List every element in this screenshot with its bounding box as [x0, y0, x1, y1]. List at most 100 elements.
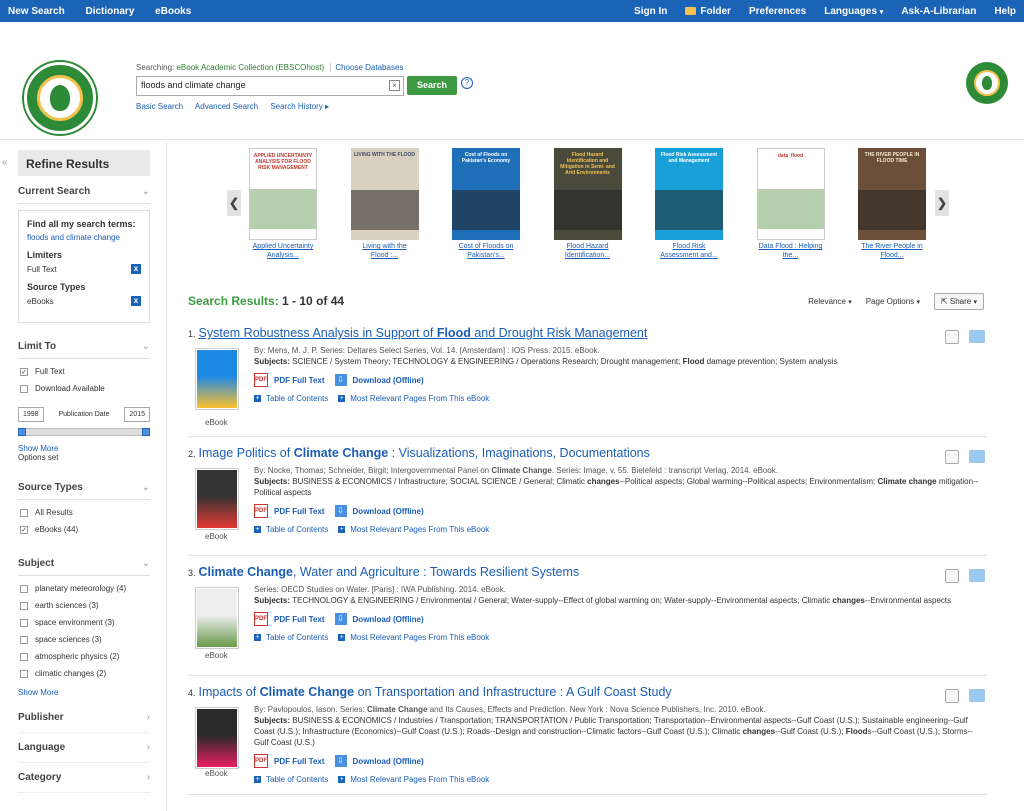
result-title[interactable]: 3. Climate Change, Water and Agriculture …	[188, 565, 987, 579]
ebooks-link[interactable]: eBooks	[155, 6, 191, 17]
cover-caption[interactable]: The River People in Flood...	[857, 242, 927, 260]
category-facet[interactable]: Category ›	[18, 763, 150, 793]
preview-magnifier-icon[interactable]	[945, 330, 959, 344]
download-offline-link[interactable]: Download (Offline)	[353, 614, 424, 625]
new-search-link[interactable]: New Search	[8, 6, 65, 17]
cover-caption[interactable]: Flood Hazard Identification...	[553, 242, 623, 260]
find-all-value[interactable]: floods and climate change	[27, 233, 141, 242]
ebook-cover-item[interactable]: Cost of Floods on Pakistan's Economy Cost…	[451, 148, 521, 260]
search-history-link[interactable]: Search History ▸	[270, 102, 329, 111]
source-all-results[interactable]: All Results	[20, 508, 150, 517]
slider-handle-right[interactable]	[142, 428, 150, 436]
add-to-folder-icon[interactable]	[969, 450, 985, 463]
language-facet[interactable]: Language ›	[18, 733, 150, 763]
result-title[interactable]: 1. System Robustness Analysis in Support …	[188, 326, 987, 340]
preview-magnifier-icon[interactable]	[945, 450, 959, 464]
book-cover-image[interactable]: APPLIED UNCERTAINTY ANALYSIS FOR FLOOD R…	[249, 148, 317, 240]
checkbox[interactable]	[20, 652, 28, 661]
search-button[interactable]: Search	[407, 76, 457, 95]
table-of-contents-link[interactable]: Table of Contents	[266, 524, 328, 535]
book-cover-image[interactable]: THE RIVER PEOPLE IN FLOOD TIME	[858, 148, 926, 240]
university-logo[interactable]	[24, 62, 96, 134]
subject-item[interactable]: climatic changes (2)	[20, 669, 150, 678]
ask-librarian-link[interactable]: Ask-A-Librarian	[901, 6, 976, 17]
result-title[interactable]: 4. Impacts of Climate Change on Transport…	[188, 685, 987, 699]
cover-caption[interactable]: Applied Uncertainty Analysis...	[248, 242, 318, 260]
cover-caption[interactable]: Living with the Flood :...	[350, 242, 420, 260]
remove-limiter-icon[interactable]: x	[131, 264, 141, 274]
checkbox[interactable]	[20, 508, 28, 517]
subject-item[interactable]: atmospheric physics (2)	[20, 652, 150, 661]
most-relevant-pages-link[interactable]: Most Relevant Pages From This eBook	[350, 632, 489, 643]
book-cover-image[interactable]: data_flood	[756, 148, 825, 240]
subject-header[interactable]: Subject ⌄	[18, 548, 150, 576]
advanced-search-link[interactable]: Advanced Search	[195, 102, 258, 111]
limit-full-text[interactable]: ✓ Full Text	[20, 367, 150, 376]
source-types-header[interactable]: Source Types ⌄	[18, 472, 150, 500]
clear-search-icon[interactable]: ×	[389, 80, 400, 91]
checkbox[interactable]	[20, 669, 28, 678]
result-thumbnail[interactable]	[195, 468, 239, 530]
preferences-link[interactable]: Preferences	[749, 6, 806, 17]
subject-item[interactable]: earth sciences (3)	[20, 601, 150, 610]
add-to-folder-icon[interactable]	[969, 689, 985, 702]
limit-download-available[interactable]: Download Available	[20, 384, 150, 393]
limit-show-more-link[interactable]: Show More	[18, 444, 150, 453]
help-link[interactable]: Help	[994, 6, 1016, 17]
table-of-contents-link[interactable]: Table of Contents	[266, 632, 328, 643]
folder-link[interactable]: Folder	[685, 6, 731, 17]
dictionary-link[interactable]: Dictionary	[85, 6, 134, 17]
table-of-contents-link[interactable]: Table of Contents	[266, 393, 328, 404]
book-cover-image[interactable]: Flood Hazard Identification and Mitigati…	[553, 148, 622, 240]
remove-source-type-icon[interactable]: x	[131, 296, 141, 306]
subject-item[interactable]: space sciences (3)	[20, 635, 150, 644]
source-ebooks[interactable]: ✓ eBooks (44)	[20, 525, 150, 534]
book-cover-image[interactable]: Flood Risk Assessment and Management	[655, 148, 723, 240]
limit-to-header[interactable]: Limit To ⌄	[18, 331, 150, 359]
result-thumbnail[interactable]	[195, 348, 239, 410]
ebook-cover-item[interactable]: APPLIED UNCERTAINTY ANALYSIS FOR FLOOD R…	[248, 148, 318, 260]
help-icon[interactable]: ?	[461, 77, 473, 89]
result-thumbnail[interactable]	[195, 587, 239, 649]
pdf-full-text-link[interactable]: PDF Full Text	[274, 506, 325, 517]
result-title-link[interactable]: System Robustness Analysis in Support of…	[199, 326, 648, 340]
subject-show-more-link[interactable]: Show More	[18, 688, 150, 697]
choose-databases-link[interactable]: Choose Databases	[330, 63, 404, 72]
checkbox[interactable]	[20, 618, 28, 627]
checkbox[interactable]	[20, 601, 28, 610]
preview-magnifier-icon[interactable]	[945, 689, 959, 703]
add-to-folder-icon[interactable]	[969, 569, 985, 582]
result-title-link[interactable]: Climate Change, Water and Agriculture : …	[199, 565, 580, 579]
download-offline-link[interactable]: Download (Offline)	[353, 756, 424, 767]
ebook-cover-item[interactable]: THE RIVER PEOPLE IN FLOOD TIME The River …	[857, 148, 927, 260]
add-to-folder-icon[interactable]	[969, 330, 985, 343]
page-options-dropdown[interactable]: Page Options ▾	[866, 297, 920, 306]
basic-search-link[interactable]: Basic Search	[136, 102, 183, 111]
download-offline-link[interactable]: Download (Offline)	[353, 375, 424, 386]
pdf-full-text-link[interactable]: PDF Full Text	[274, 756, 325, 767]
download-offline-link[interactable]: Download (Offline)	[353, 506, 424, 517]
book-cover-image[interactable]: LIVING WITH THE FLOOD	[350, 148, 419, 240]
search-input[interactable]: floods and climate change	[136, 76, 404, 96]
current-search-header[interactable]: Current Search ⌄	[18, 176, 150, 204]
pub-date-from-input[interactable]: 1998	[18, 407, 44, 422]
collapse-sidebar-icon[interactable]: «	[2, 157, 8, 168]
table-of-contents-link[interactable]: Table of Contents	[266, 774, 328, 785]
carousel-prev-button[interactable]: ❮	[227, 190, 241, 216]
ebook-cover-item[interactable]: LIVING WITH THE FLOOD Living with the Floo…	[350, 148, 420, 260]
checkbox[interactable]	[20, 635, 28, 644]
result-title-link[interactable]: Impacts of Climate Change on Transportat…	[199, 685, 672, 699]
checkbox[interactable]	[20, 584, 28, 593]
sign-in-link[interactable]: Sign In	[634, 6, 667, 17]
most-relevant-pages-link[interactable]: Most Relevant Pages From This eBook	[350, 774, 489, 785]
pdf-full-text-link[interactable]: PDF Full Text	[274, 614, 325, 625]
cover-caption[interactable]: Cost of Floods on Pakistan's...	[451, 242, 521, 260]
checkbox[interactable]	[20, 384, 28, 393]
book-cover-image[interactable]: Cost of Floods on Pakistan's Economy	[452, 148, 520, 240]
ebook-cover-item[interactable]: data_flood Data Flood : Helping the...	[756, 148, 826, 260]
result-title-link[interactable]: Image Politics of Climate Change : Visua…	[199, 446, 650, 460]
checkbox-checked[interactable]: ✓	[20, 525, 28, 534]
checkbox-checked[interactable]: ✓	[20, 367, 28, 376]
ebook-cover-item[interactable]: Flood Hazard Identification and Mitigati…	[553, 148, 623, 260]
result-title[interactable]: 2. Image Politics of Climate Change : Vis…	[188, 446, 987, 460]
